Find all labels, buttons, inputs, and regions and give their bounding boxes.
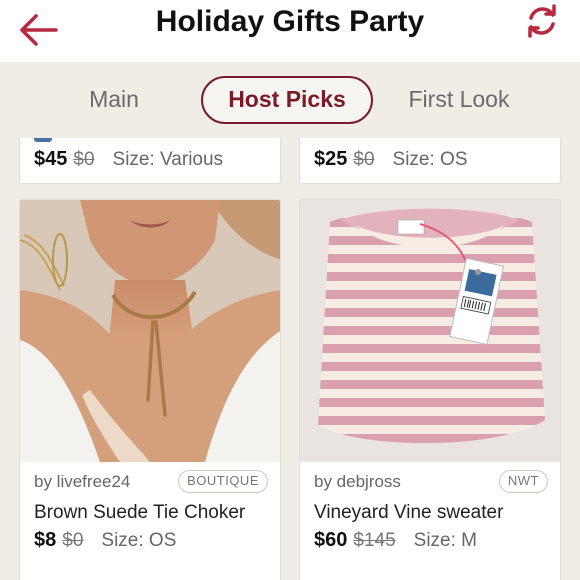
product-photo[interactable] [300,200,560,462]
price-row: $45 $0 Size: Various [34,148,223,171]
page-title: Holiday Gifts Party [155,5,425,38]
original-price: $0 [73,149,95,170]
tab-bar: Main Host Picks First Look [0,62,580,138]
price-row: $8 $0 Size: OS [34,529,176,552]
sweater-photo-image [300,200,560,462]
size-label: Size: OS [392,149,468,170]
size-label: Size: OS [101,530,177,551]
listing-card[interactable]: by debjross NWT Vineyard Vine sweater $6… [299,199,561,580]
condition-badge: NWT [498,470,548,493]
tab-first-look[interactable]: First Look [398,76,520,124]
seller-name[interactable]: by livefree24 [34,472,130,492]
size-label: Size: Various [112,149,224,170]
choker-photo-image [20,200,280,462]
product-photo[interactable] [20,200,280,462]
price-row: $60 $145 Size: M [314,529,477,552]
refresh-button[interactable] [520,2,564,42]
price: $60 [314,529,348,551]
listing-title[interactable]: Brown Suede Tie Choker [34,502,245,524]
price: $25 [314,148,348,170]
listing-title[interactable]: Vineyard Vine sweater [314,502,503,524]
price: $45 [34,148,68,170]
tab-host-picks[interactable]: Host Picks [201,76,373,124]
listing-card[interactable]: by livefree24 BOUTIQUE Brown Suede Tie C… [19,199,281,580]
refresh-icon [528,4,556,38]
price: $8 [34,529,57,551]
size-label: Size: M [413,530,478,551]
original-price: $145 [353,530,396,551]
price-row: $25 $0 Size: OS [314,148,468,171]
original-price: $0 [353,149,375,170]
seller-name[interactable]: by debjross [314,472,401,492]
tab-main[interactable]: Main [74,76,154,124]
original-price: $0 [62,530,84,551]
condition-badge: BOUTIQUE [178,470,268,493]
app-header: Holiday Gifts Party [0,0,580,62]
